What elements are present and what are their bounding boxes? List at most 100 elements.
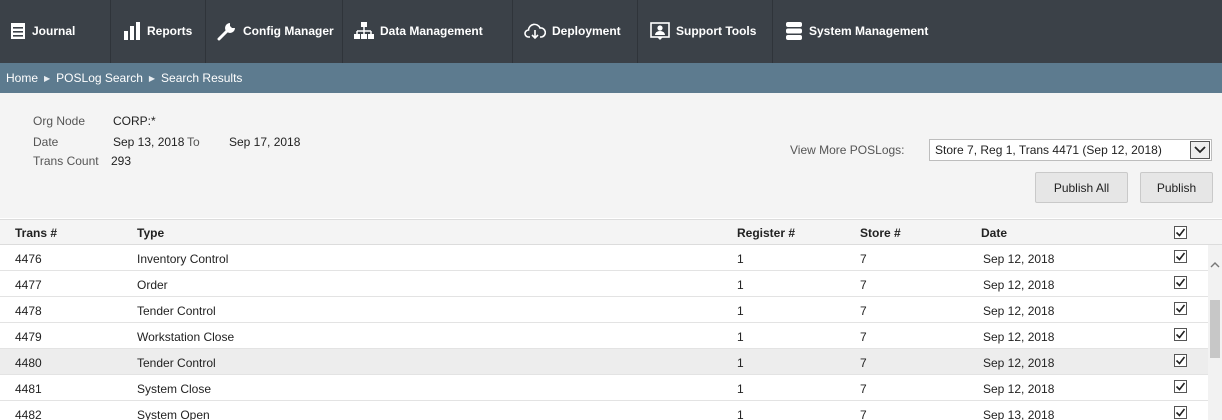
cell-register: 1 (737, 330, 744, 344)
breadcrumb-home[interactable]: Home (6, 71, 38, 85)
cell-date: Sep 12, 2018 (983, 252, 1055, 266)
cell-trans: 4481 (15, 382, 42, 396)
nav-journal[interactable]: Journal (10, 18, 75, 44)
wrench-icon (217, 21, 237, 41)
table-row[interactable]: 4477 Order 1 7 Sep 12, 2018 (0, 271, 1208, 297)
cell-type: Order (137, 278, 168, 292)
scrollbar-thumb[interactable] (1210, 300, 1220, 358)
nav-system-management-label: System Management (809, 24, 929, 38)
cell-type: System Open (137, 408, 210, 420)
row-select-checkbox[interactable] (1174, 302, 1187, 315)
cell-register: 1 (737, 304, 744, 318)
nav-divider (205, 0, 206, 63)
table-row[interactable]: 4480 Tender Control 1 7 Sep 12, 2018 (0, 349, 1208, 375)
nav-data-management[interactable]: Data Management (354, 18, 483, 44)
nav-divider (772, 0, 773, 63)
row-select-checkbox[interactable] (1174, 406, 1187, 419)
table-row[interactable]: 4479 Workstation Close 1 7 Sep 12, 2018 (0, 323, 1208, 349)
cell-register: 1 (737, 252, 744, 266)
row-select-checkbox[interactable] (1174, 354, 1187, 367)
row-select-checkbox[interactable] (1174, 328, 1187, 341)
view-more-selected-value: Store 7, Reg 1, Trans 4471 (Sep 12, 2018… (935, 143, 1162, 157)
cell-date: Sep 12, 2018 (983, 382, 1055, 396)
nav-journal-label: Journal (32, 24, 76, 38)
cell-date: Sep 12, 2018 (983, 330, 1055, 344)
nav-config-manager[interactable]: Config Manager (217, 18, 334, 44)
nav-support-tools[interactable]: Support Tools (650, 18, 756, 44)
table-scrollbar[interactable] (1208, 245, 1222, 420)
search-summary-panel: Org Node CORP:* Date Sep 13, 2018 To Sep… (0, 93, 1222, 218)
org-node-value: CORP:* (113, 114, 156, 128)
results-table-body: 4476 Inventory Control 1 7 Sep 12, 2018 4477 O… (0, 245, 1208, 420)
hierarchy-icon (354, 22, 374, 40)
cell-register: 1 (737, 408, 744, 420)
nav-divider (637, 0, 638, 63)
nav-system-management[interactable]: System Management (785, 18, 928, 44)
nav-config-manager-label: Config Manager (243, 24, 334, 38)
nav-data-management-label: Data Management (380, 24, 483, 38)
date-to-value: Sep 17, 2018 (229, 135, 301, 149)
trans-count-label: Trans Count (33, 154, 99, 168)
date-label: Date (33, 135, 59, 149)
nav-reports-label: Reports (147, 24, 193, 38)
breadcrumb-separator-icon: ▶ (44, 73, 51, 83)
publish-button[interactable]: Publish (1140, 172, 1213, 203)
column-header-trans[interactable]: Trans # (15, 226, 57, 240)
table-row[interactable]: 4481 System Close 1 7 Sep 12, 2018 (0, 375, 1208, 401)
cell-type: Tender Control (137, 356, 216, 370)
breadcrumb-poslog-search[interactable]: POSLog Search (56, 71, 143, 85)
database-icon (785, 21, 803, 41)
cell-trans: 4478 (15, 304, 42, 318)
results-table-header: Trans # Type Register # Store # Date (0, 219, 1222, 245)
journal-icon (10, 22, 26, 40)
row-select-checkbox[interactable] (1174, 380, 1187, 393)
view-more-poslogs-label: View More POSLogs: (790, 143, 905, 157)
nav-divider (110, 0, 111, 63)
cell-type: Workstation Close (137, 330, 235, 344)
chevron-down-icon[interactable] (1190, 141, 1210, 159)
cell-type: Inventory Control (137, 252, 229, 266)
select-all-checkbox[interactable] (1174, 226, 1187, 239)
cell-trans: 4477 (15, 278, 42, 292)
cell-type: System Close (137, 382, 212, 396)
cell-type: Tender Control (137, 304, 216, 318)
date-from-value: Sep 13, 2018 (113, 135, 185, 149)
cell-store: 7 (860, 278, 867, 292)
cell-register: 1 (737, 278, 744, 292)
nav-deployment[interactable]: Deployment (524, 18, 621, 44)
column-header-store[interactable]: Store # (860, 226, 901, 240)
cell-date: Sep 12, 2018 (983, 278, 1055, 292)
org-node-label: Org Node (33, 114, 86, 128)
breadcrumb: Home ▶ POSLog Search ▶ Search Results (0, 63, 1222, 93)
scroll-up-icon[interactable] (1208, 258, 1222, 272)
cell-store: 7 (860, 408, 867, 420)
trans-count-value: 293 (111, 154, 132, 168)
row-select-checkbox[interactable] (1174, 250, 1187, 263)
cell-date: Sep 13, 2018 (983, 408, 1055, 420)
cell-store: 7 (860, 356, 867, 370)
table-row[interactable]: 4478 Tender Control 1 7 Sep 12, 2018 (0, 297, 1208, 323)
cell-trans: 4476 (15, 252, 42, 266)
cell-date: Sep 12, 2018 (983, 304, 1055, 318)
cell-store: 7 (860, 304, 867, 318)
support-person-icon (650, 22, 670, 40)
top-navigation-bar: Journal Reports Config Manager Data Mana… (0, 0, 1222, 63)
cloud-download-icon (524, 22, 546, 40)
cell-date: Sep 12, 2018 (983, 356, 1055, 370)
table-row[interactable]: 4476 Inventory Control 1 7 Sep 12, 2018 (0, 245, 1208, 271)
column-header-register[interactable]: Register # (737, 226, 795, 240)
nav-divider (342, 0, 343, 63)
cell-store: 7 (860, 382, 867, 396)
nav-deployment-label: Deployment (552, 24, 621, 38)
row-select-checkbox[interactable] (1174, 276, 1187, 289)
view-more-poslogs-select[interactable]: Store 7, Reg 1, Trans 4471 (Sep 12, 2018… (929, 139, 1212, 161)
column-header-date[interactable]: Date (981, 226, 1007, 240)
breadcrumb-search-results: Search Results (161, 71, 243, 85)
breadcrumb-separator-icon: ▶ (148, 73, 156, 83)
nav-divider (512, 0, 513, 63)
nav-reports[interactable]: Reports (123, 18, 192, 44)
publish-all-button[interactable]: Publish All (1035, 172, 1128, 203)
column-header-type[interactable]: Type (137, 226, 164, 240)
table-row[interactable]: 4482 System Open 1 7 Sep 13, 2018 (0, 401, 1208, 420)
cell-trans: 4482 (15, 408, 42, 420)
